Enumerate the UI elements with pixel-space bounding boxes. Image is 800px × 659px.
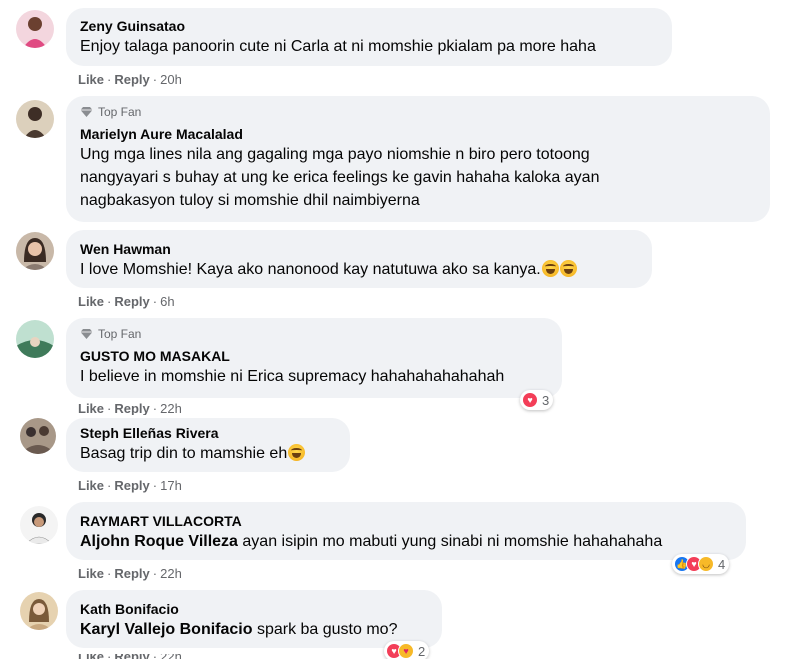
reaction-summary[interactable]: ♥ ♥ 2 (384, 641, 430, 659)
comment-actions: Like · Reply · 17h (78, 478, 182, 493)
comment-text: Basag trip din to mamshie eh (80, 445, 288, 462)
comment-text: Enjoy talaga panoorin cute ni Carla at n… (80, 38, 596, 55)
comment-time[interactable]: 17h (160, 478, 182, 493)
comment-author[interactable]: RAYMART VILLACORTA (80, 512, 732, 530)
comment-author[interactable]: Marielyn Aure Macalalad (80, 125, 756, 143)
comment-actions: Like · Reply · 22h (78, 401, 182, 415)
comment-bubble: Top Fan Marielyn Aure Macalalad Ung mga … (66, 96, 770, 222)
avatar[interactable] (20, 592, 58, 630)
reaction-summary[interactable]: ♥ 3 (520, 390, 554, 410)
comment-time[interactable]: 20h (160, 72, 182, 87)
comment-bubble: Kath Bonifacio Karyl Vallejo Bonifacio s… (66, 590, 442, 648)
comment-text: ayan isipin mo mabuti yung sinabi ni mom… (237, 533, 663, 550)
comment-time[interactable]: 22h (160, 566, 182, 581)
comment-actions: Like · Reply · 22h (78, 654, 182, 659)
comment-author[interactable]: Steph Elleñas Rivera (80, 424, 336, 442)
haha-icon (541, 260, 559, 277)
diamond-icon (80, 329, 93, 339)
comment-text-wrap: Aljohn Roque Villeza ayan isipin mo mabu… (80, 530, 732, 553)
like-button[interactable]: Like (78, 294, 104, 309)
avatar[interactable] (20, 506, 58, 544)
top-fan-badge: Top Fan (80, 104, 756, 120)
top-fan-label: Top Fan (98, 105, 142, 119)
avatar[interactable] (16, 320, 54, 358)
like-button[interactable]: Like (78, 478, 104, 493)
haha-icon (288, 444, 306, 461)
comment-text-line: Ung mga lines nila ang gagaling mga payo… (80, 146, 590, 163)
comment-text: I love Momshie! Kaya ako nanonood kay na… (80, 261, 541, 278)
haha-reaction-icon: ◡ (698, 556, 714, 572)
reply-button[interactable]: Reply (114, 478, 149, 493)
tagged-user-link[interactable]: Aljohn Roque Villeza (80, 533, 238, 550)
haha-icon (559, 260, 577, 277)
comment-text-wrap: I love Momshie! Kaya ako nanonood kay na… (80, 258, 638, 281)
love-reaction-icon: ♥ (522, 392, 538, 408)
comment-author[interactable]: GUSTO MO MASAKAL (80, 347, 548, 365)
like-button[interactable]: Like (78, 654, 104, 659)
reaction-count: 4 (718, 556, 726, 572)
comment-text-wrap: Karyl Vallejo Bonifacio spark ba gusto m… (80, 618, 428, 641)
avatar[interactable] (16, 100, 54, 138)
avatar[interactable] (20, 418, 56, 454)
comment-text-line: nangyayari s buhay at ung ke erica feeli… (80, 169, 600, 186)
comment-text: spark ba gusto mo? (252, 621, 398, 638)
top-fan-label: Top Fan (98, 327, 142, 341)
like-button[interactable]: Like (78, 401, 104, 415)
comment-time[interactable]: 22h (160, 654, 182, 659)
avatar[interactable] (16, 10, 54, 48)
comment-time[interactable]: 6h (160, 294, 174, 309)
comment-bubble: Top Fan GUSTO MO MASAKAL I believe in mo… (66, 318, 562, 398)
comment-bubble: Zeny Guinsatao Enjoy talaga panoorin cut… (66, 8, 672, 66)
reply-button[interactable]: Reply (114, 72, 149, 87)
comment-time[interactable]: 22h (160, 401, 182, 415)
like-button[interactable]: Like (78, 72, 104, 87)
diamond-icon (80, 107, 93, 117)
tagged-user-link[interactable]: Karyl Vallejo Bonifacio (80, 621, 253, 638)
comment-text-wrap: Basag trip din to mamshie eh (80, 442, 336, 465)
comment-bubble: Wen Hawman I love Momshie! Kaya ako nano… (66, 230, 652, 288)
reaction-summary[interactable]: 👍 ♥ ◡ 4 (672, 554, 730, 574)
comment-text: I believe in momshie ni Erica supremacy … (80, 368, 505, 385)
like-button[interactable]: Like (78, 566, 104, 581)
comment-author[interactable]: Zeny Guinsatao (80, 17, 658, 35)
reply-button[interactable]: Reply (114, 654, 149, 659)
reply-button[interactable]: Reply (114, 294, 149, 309)
reply-button[interactable]: Reply (114, 401, 149, 415)
comment-bubble: RAYMART VILLACORTA Aljohn Roque Villeza … (66, 502, 746, 560)
comment-actions: Like · Reply · 20h (78, 72, 182, 87)
comment-author[interactable]: Wen Hawman (80, 240, 638, 258)
reaction-count: 3 (542, 392, 550, 408)
comment-actions: Like · Reply · 6h (78, 294, 175, 309)
comment-actions: Like · Reply · 22h (78, 566, 182, 581)
comment-text-line: nagbakasyon tuloy si momshie dhil naimbi… (80, 192, 420, 209)
top-fan-badge: Top Fan (80, 326, 548, 342)
care-reaction-icon: ♥ (398, 643, 414, 659)
reply-button[interactable]: Reply (114, 566, 149, 581)
avatar[interactable] (16, 232, 54, 270)
reaction-count: 2 (418, 643, 426, 659)
comment-author[interactable]: Kath Bonifacio (80, 600, 428, 618)
comment-bubble: Steph Elleñas Rivera Basag trip din to m… (66, 418, 350, 472)
